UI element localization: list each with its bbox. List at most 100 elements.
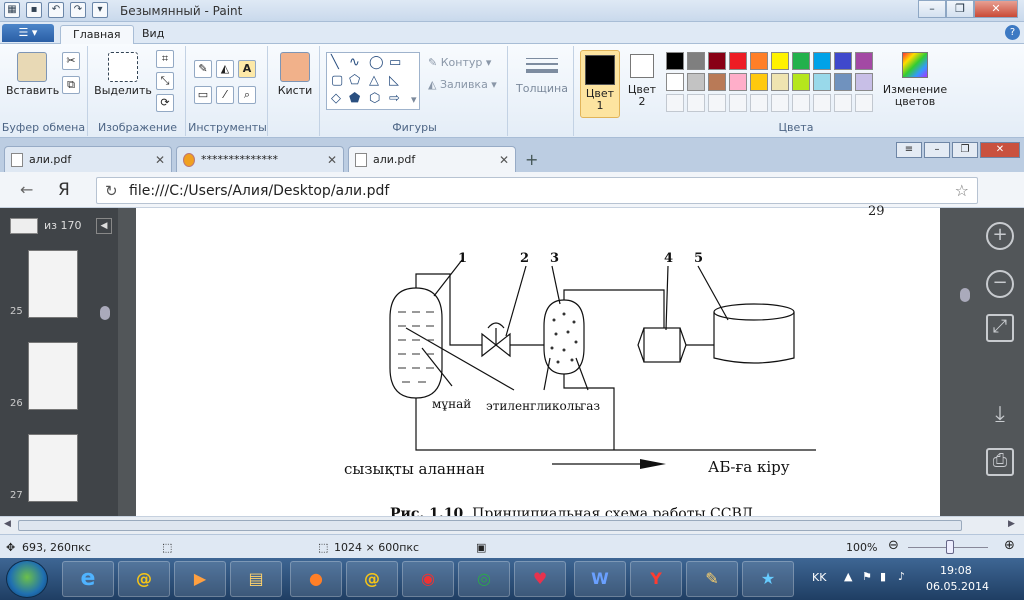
bookmark-star-icon[interactable]: ☆: [955, 181, 969, 200]
close-tab-icon[interactable]: ✕: [499, 153, 509, 167]
diamond-shape-icon[interactable]: ◇: [331, 91, 341, 106]
browser-menu-icon[interactable]: ≡: [896, 142, 922, 158]
curve-shape-icon[interactable]: ∿: [349, 55, 360, 70]
palette-swatch[interactable]: [750, 52, 768, 70]
palette-swatch-empty[interactable]: [834, 94, 852, 112]
browser-tab-1[interactable]: али.pdf ✕: [4, 146, 172, 172]
palette-swatch[interactable]: [855, 52, 873, 70]
edit-colors-button[interactable]: Изменение цветов: [882, 52, 948, 108]
maximize-button[interactable]: ❐: [946, 0, 974, 18]
scroll-left-icon[interactable]: ◀: [4, 519, 11, 529]
reload-icon[interactable]: ↻: [105, 182, 118, 200]
zoom-out-icon[interactable]: −: [986, 270, 1014, 298]
thickness-button[interactable]: Толщина: [516, 54, 568, 95]
file-menu-button[interactable]: ☰ ▾: [2, 24, 54, 42]
palette-swatch-empty[interactable]: [855, 94, 873, 112]
back-button[interactable]: ←: [20, 180, 33, 199]
cut-icon[interactable]: ✂: [62, 52, 80, 70]
scroll-right-icon[interactable]: ▶: [1008, 519, 1015, 529]
horizontal-scrollbar[interactable]: ◀ ▶: [0, 516, 1024, 534]
browser-tab-3[interactable]: али.pdf ✕: [348, 146, 516, 172]
browser-minimize-button[interactable]: –: [924, 142, 950, 158]
fit-page-icon[interactable]: ⤢: [986, 314, 1014, 342]
cards-game-icon[interactable]: ♥: [514, 561, 566, 597]
tab-home[interactable]: Главная: [60, 25, 134, 44]
palette-swatch[interactable]: [771, 52, 789, 70]
mail-agent-icon[interactable]: @: [118, 561, 170, 597]
language-indicator[interactable]: KK: [812, 571, 826, 584]
volume-icon[interactable]: ♪: [898, 570, 905, 583]
palette-swatch-empty[interactable]: [813, 94, 831, 112]
opera-icon[interactable]: ◉: [402, 561, 454, 597]
copy-icon[interactable]: ⧉: [62, 76, 80, 94]
page-thumbnail[interactable]: [28, 342, 78, 410]
palette-swatch[interactable]: [771, 73, 789, 91]
close-tab-icon[interactable]: ✕: [155, 153, 165, 167]
select-button[interactable]: Выделить: [94, 52, 152, 97]
rotate-icon[interactable]: ⟳: [156, 94, 174, 112]
palette-swatch[interactable]: [708, 52, 726, 70]
palette-swatch[interactable]: [687, 73, 705, 91]
start-button[interactable]: [6, 560, 48, 598]
internet-explorer-icon[interactable]: e: [62, 561, 114, 597]
save-icon[interactable]: ▪: [26, 2, 42, 18]
palette-swatch[interactable]: [666, 73, 684, 91]
palette-swatch[interactable]: [687, 52, 705, 70]
palette-swatch-empty[interactable]: [729, 94, 747, 112]
show-hidden-icons-icon[interactable]: ▲: [844, 570, 852, 583]
zoom-in-icon[interactable]: +: [986, 222, 1014, 250]
zoom-slider-handle[interactable]: [946, 540, 954, 554]
palette-swatch[interactable]: [834, 73, 852, 91]
paint-app-icon[interactable]: ▦: [4, 2, 20, 18]
taskbar-app-icon[interactable]: ●: [290, 561, 342, 597]
zoom-in-status-icon[interactable]: ⊕: [1004, 538, 1015, 553]
close-tab-icon[interactable]: ✕: [327, 153, 337, 167]
text-tool-icon[interactable]: A: [238, 60, 256, 78]
crop-icon[interactable]: ⌗: [156, 50, 174, 68]
collapse-sidebar-icon[interactable]: ◀: [96, 218, 112, 234]
brushes-button[interactable]: Кисти: [274, 52, 316, 97]
palette-swatch-empty[interactable]: [792, 94, 810, 112]
palette-swatch[interactable]: [750, 73, 768, 91]
eraser-icon[interactable]: ▭: [194, 86, 212, 104]
browser-restore-button[interactable]: ❐: [952, 142, 978, 158]
color1-button[interactable]: Цвет 1: [580, 50, 620, 118]
yandex-browser-icon[interactable]: Y: [630, 561, 682, 597]
palette-swatch-empty[interactable]: [771, 94, 789, 112]
horizontal-scroll-thumb[interactable]: [18, 520, 962, 531]
line-shape-icon[interactable]: ╲: [331, 55, 339, 70]
browser-tab-2[interactable]: ************** ✕: [176, 146, 344, 172]
file-explorer-icon[interactable]: ▤: [230, 561, 282, 597]
palette-swatch[interactable]: [792, 73, 810, 91]
customize-chevron-down-icon[interactable]: ▾: [92, 2, 108, 18]
tab-view[interactable]: Вид: [130, 25, 176, 44]
palette-swatch[interactable]: [708, 73, 726, 91]
arrow-shape-icon[interactable]: ⇨: [389, 91, 400, 106]
fill-bucket-icon[interactable]: ◭: [216, 60, 234, 78]
right-triangle-shape-icon[interactable]: ◺: [389, 73, 399, 88]
palette-swatch[interactable]: [813, 52, 831, 70]
palette-swatch-empty[interactable]: [750, 94, 768, 112]
palette-swatch-empty[interactable]: [666, 94, 684, 112]
oval-shape-icon[interactable]: ◯: [369, 55, 384, 70]
download-icon[interactable]: ⤓: [986, 404, 1014, 432]
media-player-icon[interactable]: ▶: [174, 561, 226, 597]
palette-swatch[interactable]: [729, 52, 747, 70]
new-tab-button[interactable]: +: [525, 150, 538, 169]
redo-icon[interactable]: ↷: [70, 2, 86, 18]
browser-close-button[interactable]: ✕: [980, 142, 1020, 158]
pentagon-shape-icon[interactable]: ⬟: [349, 91, 360, 106]
paint-icon[interactable]: ✎: [686, 561, 738, 597]
undo-icon[interactable]: ↶: [48, 2, 64, 18]
pencil-icon[interactable]: ✎: [194, 60, 212, 78]
color2-button[interactable]: Цвет 2: [624, 54, 660, 108]
palette-swatch[interactable]: [855, 73, 873, 91]
page-scroll-thumb[interactable]: [960, 288, 970, 302]
address-field[interactable]: ↻ file:///C:/Users/Алия/Desktop/али.pdf …: [96, 177, 978, 204]
paste-button[interactable]: Вставить: [6, 52, 59, 97]
color-picker-icon[interactable]: ⁄: [216, 86, 234, 104]
word-icon[interactable]: W: [574, 561, 626, 597]
magnifier-icon[interactable]: ⌕: [238, 86, 256, 104]
close-button[interactable]: ✕: [974, 0, 1018, 18]
print-icon[interactable]: ⎙: [986, 448, 1014, 476]
